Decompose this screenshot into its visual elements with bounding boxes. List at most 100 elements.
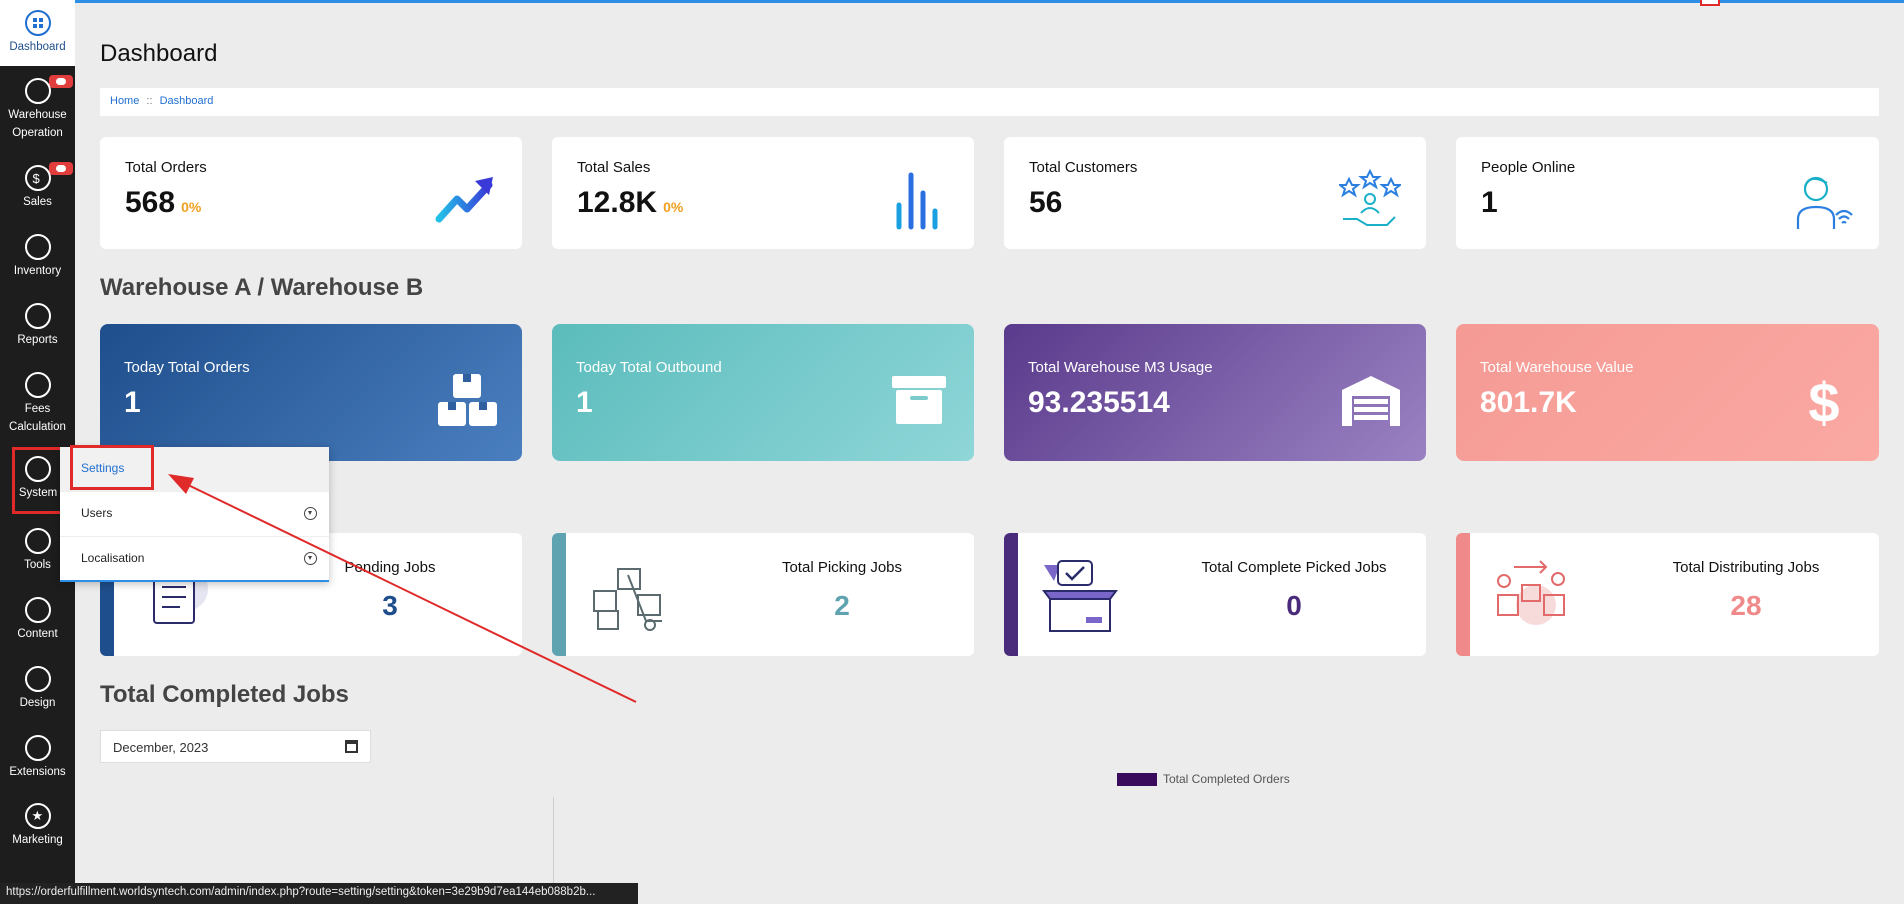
- stat-value: 12.8K 0%: [577, 186, 683, 220]
- card-label: Today Total Orders: [124, 359, 250, 376]
- person-wifi-icon: [1796, 176, 1853, 229]
- date-value: December, 2023: [113, 740, 209, 755]
- paperclip-icon: [24, 372, 51, 398]
- job-label: Total Distributing Jobs: [1672, 559, 1820, 576]
- cogs-icon: [25, 456, 51, 482]
- stat-label: Total Customers: [1029, 159, 1138, 176]
- top-highlight-marker: [1700, 0, 1720, 6]
- page-title: Dashboard: [100, 40, 218, 67]
- stat-card-total-customers: Total Customers 56: [1004, 137, 1426, 249]
- customer-rating-icon: [1339, 169, 1401, 226]
- grid-icon: [24, 10, 51, 36]
- job-label: Total Complete Picked Jobs: [1201, 559, 1387, 576]
- sidebar-item-label: Sales: [23, 196, 52, 208]
- card-label: Total Warehouse M3 Usage: [1028, 359, 1213, 376]
- job-value: 0: [1286, 590, 1302, 621]
- settings-highlight-box: [70, 445, 154, 490]
- card-value: 801.7K: [1480, 386, 1577, 419]
- sidebar-item-label: Inventory: [13, 265, 62, 277]
- card-value: 1: [576, 386, 593, 419]
- submenu-item-label: Users: [81, 506, 113, 520]
- tools-icon: [24, 528, 51, 554]
- card-accent-bar: [1004, 533, 1018, 656]
- sidebar-item-sales[interactable]: $ Sales: [0, 162, 75, 211]
- notification-badge: [49, 162, 73, 175]
- content-icon: [24, 597, 51, 623]
- breadcrumb-home-link[interactable]: Home: [110, 95, 139, 107]
- job-label: Total Picking Jobs: [781, 559, 903, 576]
- stat-number: 12.8K: [577, 186, 658, 219]
- sidebar-item-label: Tools: [24, 559, 51, 571]
- warehouse-card-m3-usage: Total Warehouse M3 Usage 93.235514: [1004, 324, 1426, 461]
- card-value: 1: [124, 386, 141, 419]
- sidebar-item-dashboard[interactable]: Dashboard: [0, 0, 75, 66]
- sidebar-item-label: Dashboard: [9, 41, 66, 53]
- sidebar-item-fees-calculation[interactable]: Fees Calculation: [0, 372, 75, 436]
- stat-number: 56: [1029, 186, 1063, 219]
- hand-truck-boxes-icon: [593, 568, 662, 631]
- calendar-icon[interactable]: [345, 740, 358, 753]
- stat-value: 56: [1029, 186, 1062, 220]
- card-value: 93.235514: [1028, 386, 1170, 419]
- stat-number: 1: [1481, 186, 1498, 219]
- sidebar-item-label: System: [18, 487, 58, 499]
- boxes-icon: [438, 374, 497, 426]
- sidebar-item-extensions[interactable]: Extensions: [0, 735, 75, 781]
- archive-box-icon: [892, 376, 946, 424]
- sidebar-item-marketing[interactable]: ★ Marketing: [0, 803, 75, 849]
- chevron-down-icon[interactable]: [304, 552, 317, 565]
- sidebar-item-design[interactable]: Design: [0, 666, 75, 712]
- trend-up-icon: [435, 177, 493, 223]
- job-value: 28: [1730, 590, 1762, 621]
- stat-label: Total Orders: [125, 159, 207, 176]
- dollar-icon: $: [24, 165, 51, 191]
- box-icon: [24, 234, 51, 260]
- submenu-item-users[interactable]: Users: [60, 492, 329, 537]
- card-label: Total Warehouse Value: [1480, 359, 1634, 376]
- job-value: 2: [834, 590, 850, 621]
- breadcrumb-current-link[interactable]: Dashboard: [160, 95, 214, 107]
- card-accent-bar: [552, 533, 566, 656]
- sidebar-item-inventory[interactable]: Inventory: [0, 234, 75, 280]
- phone-icon: [24, 78, 51, 104]
- stat-number: 568: [125, 186, 176, 219]
- completed-section-title: Total Completed Jobs: [100, 681, 349, 708]
- stat-card-total-orders: Total Orders 568 0%: [100, 137, 522, 249]
- sidebar-item-reports[interactable]: Reports: [0, 303, 75, 349]
- chevron-down-icon[interactable]: [304, 507, 317, 520]
- svg-text:$: $: [1808, 372, 1839, 428]
- stat-percent: 0%: [181, 199, 202, 215]
- bar-chart-icon: [896, 172, 938, 230]
- star-icon: ★: [24, 803, 51, 829]
- job-card-distributing: Total Distributing Jobs 28: [1456, 533, 1879, 656]
- sidebar-item-label: Fees Calculation: [9, 403, 66, 433]
- sidebar-item-label: Marketing: [12, 834, 63, 846]
- sidebar-item-label: Extensions: [9, 766, 66, 778]
- submenu-item-label: Localisation: [81, 551, 145, 565]
- sidebar-item-label: Warehouse Operation: [8, 109, 67, 139]
- sidebar-item-content[interactable]: Content: [0, 597, 75, 643]
- sidebar-item-warehouse-operation[interactable]: Warehouse Operation: [0, 75, 75, 142]
- pencil-icon: [24, 666, 51, 692]
- sidebar-item-label: Content: [17, 628, 58, 640]
- card-accent-bar: [1456, 533, 1470, 656]
- distribution-boxes-icon: [1497, 560, 1565, 625]
- notification-badge: [49, 75, 73, 88]
- job-card-complete-picked: Total Complete Picked Jobs 0: [1004, 533, 1426, 656]
- warehouse-card-total-value: Total Warehouse Value 801.7K $: [1456, 324, 1879, 461]
- chart-legend: Total Completed Orders: [1117, 772, 1290, 787]
- stat-percent: 0%: [663, 199, 684, 215]
- top-accent-line: [75, 0, 1904, 3]
- stat-label: People Online: [1481, 159, 1576, 176]
- card-label: Today Total Outbound: [576, 359, 722, 376]
- job-card-picking: Total Picking Jobs 2: [552, 533, 974, 656]
- sidebar-item-system[interactable]: System: [12, 447, 64, 514]
- stat-label: Total Sales: [577, 159, 651, 176]
- warehouse-icon: [1342, 376, 1400, 426]
- submenu-item-localisation[interactable]: Localisation: [60, 537, 329, 582]
- legend-label: Total Completed Orders: [1163, 772, 1290, 786]
- stat-value: 568 0%: [125, 186, 201, 220]
- share-icon: [24, 735, 51, 761]
- month-date-input[interactable]: December, 2023: [100, 730, 371, 763]
- warehouse-card-today-outbound: Today Total Outbound 1: [552, 324, 974, 461]
